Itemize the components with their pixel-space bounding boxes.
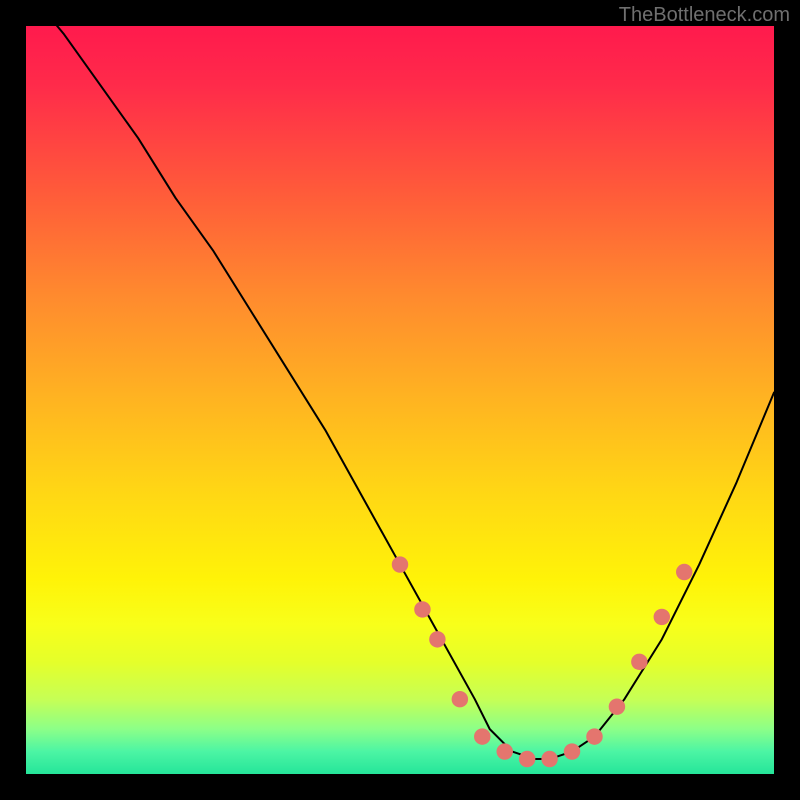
curve-marker bbox=[564, 743, 580, 759]
bottleneck-curve bbox=[26, 26, 774, 759]
curve-marker bbox=[414, 601, 430, 617]
curve-marker bbox=[609, 698, 625, 714]
curve-markers bbox=[392, 556, 693, 767]
curve-marker bbox=[654, 609, 670, 625]
curve-marker bbox=[676, 564, 692, 580]
curve-marker bbox=[496, 743, 512, 759]
chart-svg bbox=[26, 26, 774, 774]
curve-marker bbox=[452, 691, 468, 707]
curve-marker bbox=[631, 654, 647, 670]
chart-stage: TheBottleneck.com bbox=[0, 0, 800, 800]
curve-marker bbox=[429, 631, 445, 647]
curve-marker bbox=[392, 556, 408, 572]
watermark-text: TheBottleneck.com bbox=[619, 4, 790, 27]
curve-marker bbox=[541, 751, 557, 767]
curve-marker bbox=[519, 751, 535, 767]
curve-marker bbox=[474, 728, 490, 744]
plot-area bbox=[26, 26, 774, 774]
curve-marker bbox=[586, 728, 602, 744]
